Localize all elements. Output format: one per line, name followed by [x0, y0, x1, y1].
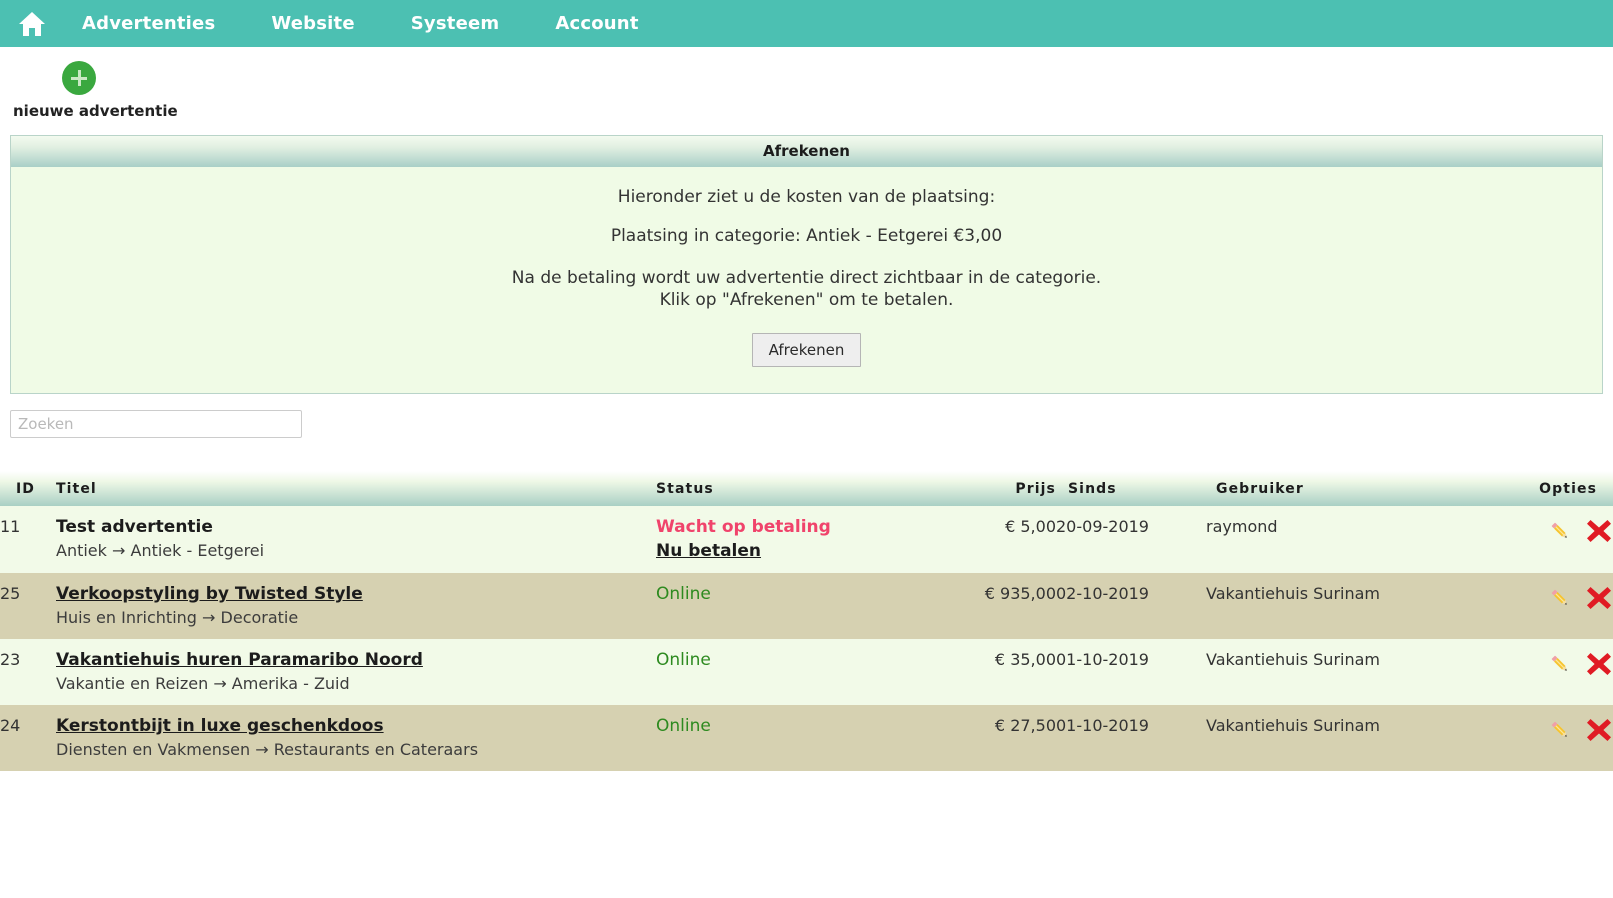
cell-id: 24 — [0, 716, 21, 736]
cell-options — [1506, 705, 1613, 771]
table-row: 25 Verkoopstyling by Twisted Style Huis en… — [0, 573, 1613, 640]
checkout-note-line-2: Klik op "Afrekenen" om te betalen. — [659, 290, 954, 311]
advertisement-category: Diensten en Vakmensen → Restaurants en C… — [56, 740, 479, 760]
cell-status: Online — [656, 573, 956, 639]
checkout-note-line-1: Na de betaling wordt uw advertentie dire… — [511, 268, 1102, 288]
pay-now-link[interactable]: Nu betalen — [656, 541, 761, 561]
cell-price: € 27,50 — [994, 716, 1056, 736]
cell-user: Vakantiehuis Surinam — [1206, 584, 1380, 604]
cell-id: 23 — [0, 650, 21, 670]
pencil-icon[interactable] — [1547, 651, 1573, 681]
red-cross-icon[interactable] — [1585, 517, 1613, 549]
advertisements-table: ID Titel Status Prijs Sinds Gebruiker Op… — [0, 471, 1613, 772]
cell-id: 25 — [0, 584, 21, 604]
checkout-intro-text: Hieronder ziet u de kosten van de plaats… — [617, 187, 996, 207]
status-badge: Online — [656, 650, 711, 671]
plus-circle-icon[interactable] — [62, 61, 96, 95]
table-row: 11 Test advertentie Antiek → Antiek - Eetg… — [0, 506, 1613, 574]
table-body: 11 Test advertentie Antiek → Antiek - Eetg… — [0, 506, 1613, 772]
new-advertisement-label[interactable]: nieuwe advertentie — [13, 102, 178, 120]
status-badge: Online — [656, 716, 711, 737]
cell-since: 01-10-2019 — [1056, 650, 1149, 670]
table-row: 24 Kerstontbijt in luxe geschenkdoos Diens… — [0, 705, 1613, 772]
checkout-panel-title: Afrekenen — [11, 136, 1602, 167]
red-cross-icon[interactable] — [1585, 650, 1613, 682]
advertisement-title-link[interactable]: Verkoopstyling by Twisted Style — [56, 584, 363, 604]
advertisement-title: Test advertentie — [56, 517, 213, 538]
column-header-price[interactable]: Prijs — [956, 471, 1056, 507]
cell-options — [1506, 506, 1613, 573]
advertisement-category: Vakantie en Reizen → Amerika - Zuid — [56, 674, 350, 694]
cell-user: Vakantiehuis Surinam — [1206, 716, 1380, 736]
checkout-button-wrap: Afrekenen — [11, 333, 1602, 368]
advertisement-category: Huis en Inrichting → Decoratie — [56, 608, 299, 628]
cell-price: € 35,00 — [994, 650, 1056, 670]
table-header-row: ID Titel Status Prijs Sinds Gebruiker Op… — [0, 471, 1613, 507]
new-advertisement-block: nieuwe advertentie — [0, 47, 1613, 135]
status-badge: Online — [656, 584, 711, 605]
cell-user: Vakantiehuis Surinam — [1206, 650, 1380, 670]
red-cross-icon[interactable] — [1585, 716, 1613, 748]
nav-item-advertenties[interactable]: Advertenties — [54, 0, 243, 47]
search-bar — [0, 394, 1613, 439]
column-header-id[interactable]: ID — [0, 471, 56, 507]
column-header-since[interactable]: Sinds — [1056, 471, 1206, 507]
pencil-icon[interactable] — [1547, 717, 1573, 747]
cell-price: € 5,00 — [1005, 517, 1056, 537]
cell-options — [1506, 639, 1613, 705]
red-cross-icon[interactable] — [1585, 584, 1613, 616]
advertisements-table-wrap: ID Titel Status Prijs Sinds Gebruiker Op… — [0, 471, 1613, 772]
checkout-panel-body: Hieronder ziet u de kosten van de plaats… — [11, 167, 1602, 394]
cell-title: Test advertentie Antiek → Antiek - Eetger… — [56, 506, 656, 573]
search-input[interactable] — [10, 410, 302, 439]
afrekenen-button[interactable]: Afrekenen — [751, 333, 862, 368]
cell-id: 11 — [0, 517, 21, 537]
cell-since: 20-09-2019 — [1056, 517, 1149, 537]
cell-title: Vakantiehuis huren Paramaribo Noord Vakan… — [56, 639, 656, 705]
cell-since: 01-10-2019 — [1056, 716, 1149, 736]
advertisement-category: Antiek → Antiek - Eetgerei — [56, 541, 265, 561]
table-row: 23 Vakantiehuis huren Paramaribo Noord Vak… — [0, 639, 1613, 706]
nav-item-website[interactable]: Website — [243, 0, 382, 47]
table-header: ID Titel Status Prijs Sinds Gebruiker Op… — [0, 471, 1613, 507]
advertisement-title-link[interactable]: Vakantiehuis huren Paramaribo Noord — [56, 650, 423, 670]
cell-options — [1506, 573, 1613, 639]
cell-status: Online — [656, 705, 956, 771]
column-header-options: Opties — [1506, 471, 1613, 507]
top-navbar: Advertenties Website Systeem Account — [0, 0, 1613, 47]
advertisement-title-link[interactable]: Kerstontbijt in luxe geschenkdoos — [56, 716, 384, 736]
cell-price: € 935,00 — [984, 584, 1056, 604]
cell-title: Verkoopstyling by Twisted Style Huis en I… — [56, 573, 656, 639]
cell-status: Online — [656, 639, 956, 705]
cell-status: Wacht op betaling Nu betalen — [656, 506, 956, 573]
cell-user: raymond — [1206, 517, 1278, 537]
status-badge: Wacht op betaling — [656, 517, 831, 538]
column-header-user[interactable]: Gebruiker — [1206, 471, 1506, 507]
home-icon[interactable] — [10, 4, 54, 44]
pencil-icon[interactable] — [1547, 518, 1573, 548]
checkout-panel: Afrekenen Hieronder ziet u de kosten van… — [10, 135, 1603, 395]
nav-item-account[interactable]: Account — [527, 0, 666, 47]
checkout-category-cost: Plaatsing in categorie: Antiek - Eetgere… — [610, 226, 1003, 246]
column-header-status[interactable]: Status — [656, 471, 956, 507]
nav-item-systeem[interactable]: Systeem — [383, 0, 528, 47]
column-header-title[interactable]: Titel — [56, 471, 656, 507]
pencil-icon[interactable] — [1547, 585, 1573, 615]
cell-since: 02-10-2019 — [1056, 584, 1149, 604]
cell-title: Kerstontbijt in luxe geschenkdoos Dienste… — [56, 705, 656, 771]
